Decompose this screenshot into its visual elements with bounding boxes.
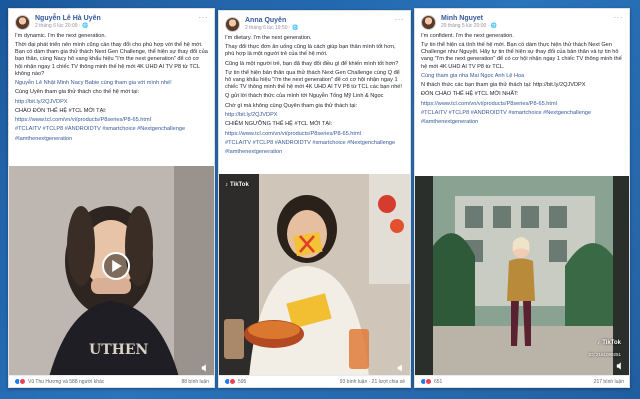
tiktok-watermark: ♪ TikTok (597, 340, 621, 346)
play-icon (112, 260, 122, 272)
post-video[interactable]: ♪ TikTok ID: 2161089251 (415, 176, 629, 375)
tiktok-id: ID: 2161089251 (588, 352, 621, 357)
challenge-link[interactable]: http://bit.ly/2QJVDPX (225, 112, 404, 119)
post-line: CHÀO ĐÓN THẾ HỆ #TCL MỚI TẠI: (15, 107, 107, 114)
volume-icon[interactable] (616, 362, 624, 370)
post-footer: 595 93 bình luận · 21 lượt chia sẻ (219, 375, 410, 387)
love-icon (19, 378, 26, 385)
svg-text:UTHEN: UTHEN (89, 342, 149, 358)
post-line: I'm dietary. I'm the next generation. (225, 35, 312, 41)
avatar[interactable] (421, 15, 436, 30)
reaction-count[interactable]: 651 (434, 379, 442, 385)
tiktok-label: TikTok (602, 340, 621, 346)
mention-link[interactable]: Nguyễn Lê Nhật Minh Nacy Babie cùng tham… (15, 80, 208, 87)
post-line: Tự tin thể hiện bản thân qua thử thách N… (225, 69, 402, 91)
comment-count[interactable]: 88 bình luận (181, 379, 209, 385)
post-header: Minh Nguyet 29 tháng 5 lúc 20:00 · 🌐 ··· (415, 9, 629, 33)
reactions[interactable] (224, 378, 236, 385)
product-link[interactable]: https://www.tcl.com/vn/vi/products/P8ser… (225, 131, 404, 138)
play-button[interactable] (102, 252, 130, 280)
post-text: I'm dietary. I'm the next generation. Th… (219, 35, 410, 156)
facebook-post-3: Minh Nguyet 29 tháng 5 lúc 20:00 · 🌐 ···… (414, 8, 630, 388)
tiktok-icon: ♪ (597, 340, 601, 346)
hashtags[interactable]: #TCLAITV #TCLP8 #ANDROIDTV #smartchoice … (15, 126, 208, 133)
volume-icon[interactable] (201, 364, 209, 372)
post-line: Cũng là một người trẻ, bạn đã thay đổi đ… (225, 60, 399, 67)
post-header: Nguyễn Lê Hà Uyên 2 tháng 6 lúc 20:09 · … (9, 9, 214, 33)
hashtag[interactable]: #Iamthenextgeneration (421, 119, 623, 126)
facebook-post-2: Anna Quyên 2 tháng 6 lúc 19:50 · 🌐 ··· I… (218, 10, 411, 388)
more-options-icon[interactable]: ··· (395, 16, 405, 24)
hashtags[interactable]: #TCLAITV #TCLP8 #ANDROIDTV #smartchoice … (421, 110, 623, 117)
post-video[interactable]: UTHEN (9, 166, 214, 377)
video-frame (219, 174, 410, 377)
post-text: I'm confident. I'm the next generation. … (415, 33, 629, 126)
challenge-link[interactable]: http://bit.ly/2QJVDPX (15, 99, 208, 106)
post-line: Chờ gì mà không cùng Quyên tham gia thử … (225, 102, 358, 109)
post-line: Tự tin thể hiện cá tính thế hệ mới. Bạn … (421, 42, 622, 70)
post-line: ĐÓN CHÀO THẾ HỆ #TCL MỚI NHẤT: (421, 91, 519, 98)
author-name[interactable]: Nguyễn Lê Hà Uyên (35, 14, 199, 23)
post-footer: 651 217 bình luận (415, 375, 629, 387)
post-line: Thay đổi thực đơn ăn uống cũng là cách g… (225, 44, 396, 58)
volume-icon[interactable] (397, 364, 405, 372)
post-line: I'm confident. I'm the next generation. (421, 33, 514, 39)
post-footer: Vũ Thu Hương và 588 người khác 88 bình l… (9, 375, 214, 387)
post-time[interactable]: 29 tháng 5 lúc 20:00 · 🌐 (441, 23, 614, 30)
hashtag[interactable]: #Iamthenextgeneration (15, 136, 208, 143)
product-link[interactable]: https://www.tcl.com/vn/vi/products/P8ser… (421, 101, 623, 108)
hashtag[interactable]: #Iamthenextgeneration (225, 149, 404, 156)
reactions[interactable] (420, 378, 432, 385)
hashtags[interactable]: #TCLAITV #TCLP8 #ANDROIDTV #smartchoice … (225, 140, 404, 147)
post-line: CHIÊM NGƯỠNG THẾ HỆ #TCL MỚI TẠI: (225, 121, 333, 128)
mention-link[interactable]: Cùng tham gia nha Mai Ngọc Anh Lệ Hoa (421, 73, 623, 80)
author-name[interactable]: Anna Quyên (245, 16, 395, 25)
tiktok-label: TikTok (230, 182, 249, 188)
reaction-count[interactable]: Vũ Thu Hương và 588 người khác (28, 379, 104, 385)
post-text: I'm dynamic. I'm the next generation. Th… (9, 33, 214, 143)
more-options-icon[interactable]: ··· (199, 14, 209, 22)
avatar[interactable] (225, 17, 240, 32)
avatar[interactable] (15, 15, 30, 30)
love-icon (425, 378, 432, 385)
love-icon (229, 378, 236, 385)
post-time[interactable]: 2 tháng 6 lúc 20:09 · 🌐 (35, 23, 199, 30)
post-line: Cùng Uyên tham gia thử thách cho thế hệ … (15, 89, 140, 96)
post-time[interactable]: 2 tháng 6 lúc 19:50 · 🌐 (245, 25, 395, 32)
reactions[interactable] (14, 378, 26, 385)
author-name[interactable]: Minh Nguyet (441, 14, 614, 23)
post-line: Q gửi lời thách thức của mình tới Nguyễn… (225, 93, 384, 100)
facebook-post-1: Nguyễn Lê Hà Uyên 2 tháng 6 lúc 20:09 · … (8, 8, 215, 388)
reaction-count[interactable]: 595 (238, 379, 246, 385)
comment-count[interactable]: 93 bình luận · 21 lượt chia sẻ (340, 379, 405, 385)
comment-count[interactable]: 217 bình luận (594, 379, 624, 385)
post-line: I'm dynamic. I'm the next generation. (15, 33, 107, 39)
product-link[interactable]: https://www.tcl.com/vn/vi/products/P8ser… (15, 117, 208, 124)
more-options-icon[interactable]: ··· (614, 14, 624, 22)
tiktok-icon: ♪ (225, 182, 228, 188)
post-header: Anna Quyên 2 tháng 6 lúc 19:50 · 🌐 ··· (219, 11, 410, 35)
tiktok-watermark: ♪ TikTok (225, 182, 249, 188)
post-video[interactable]: ♪ TikTok (219, 174, 410, 377)
post-line: N thách thức các bạn tham gia thử thách … (421, 82, 586, 89)
post-line: Thời đại phát triển nên mình cũng cần th… (15, 42, 208, 77)
